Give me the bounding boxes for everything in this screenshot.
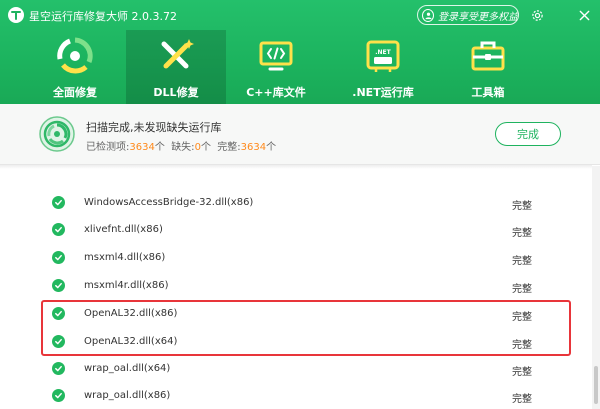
file-name: wrap_oal.dll(x64) bbox=[84, 363, 171, 374]
check-circle-icon bbox=[52, 196, 65, 209]
scan-complete-icon bbox=[39, 116, 75, 152]
list-item: OpenAL32.dll(x86) 完整 bbox=[0, 300, 592, 328]
dll-repair-icon bbox=[156, 36, 196, 76]
login-label: 登录享受更多权益 bbox=[438, 11, 518, 23]
dll-list: WindowsAccessBridge-32.dll(x86) 完整 xlive… bbox=[0, 166, 600, 409]
checked-label: 已检测项: bbox=[86, 142, 130, 153]
list-item: WindowsAccessBridge-32.dll(x86) 完整 bbox=[0, 189, 592, 217]
close-icon[interactable] bbox=[576, 7, 592, 23]
file-status: 完整 bbox=[512, 201, 532, 212]
check-circle-icon bbox=[52, 362, 65, 375]
check-circle-icon bbox=[52, 389, 65, 402]
complete-count: 3634 bbox=[240, 142, 267, 153]
check-circle-icon bbox=[52, 223, 65, 236]
list-item: xlivefnt.dll(x86) 完整 bbox=[0, 216, 592, 244]
file-name: OpenAL32.dll(x64) bbox=[84, 336, 178, 347]
tab-label: .NET运行库 bbox=[352, 86, 414, 99]
tab-full-repair[interactable]: 全面修复 bbox=[25, 30, 125, 104]
list-item: OpenAL32.dll(x64) 完整 bbox=[0, 328, 592, 356]
scrollbar-thumb[interactable] bbox=[594, 366, 598, 404]
complete-label: 完整: bbox=[217, 142, 241, 153]
app-logo-icon bbox=[8, 7, 24, 23]
svg-text:.NET: .NET bbox=[375, 49, 391, 56]
file-status: 完整 bbox=[512, 367, 532, 378]
file-name: OpenAL32.dll(x86) bbox=[84, 308, 178, 319]
app-header: 星空运行库修复大师 2.0.3.72 登录享受更多权益 全面修复 DLL修复 C… bbox=[0, 0, 600, 104]
file-status: 完整 bbox=[512, 394, 532, 405]
list-item: wrap_oal.dll(x86) 完整 bbox=[0, 382, 592, 409]
toolbox-icon bbox=[468, 36, 508, 76]
check-circle-icon bbox=[52, 251, 65, 264]
file-name: wrap_oal.dll(x86) bbox=[84, 390, 171, 401]
missing-label: 缺失: bbox=[171, 142, 195, 153]
unit-label: 个 bbox=[266, 142, 277, 153]
tab-label: C++库文件 bbox=[246, 86, 306, 99]
login-button[interactable]: 登录享受更多权益 bbox=[417, 5, 519, 25]
file-name: WindowsAccessBridge-32.dll(x86) bbox=[84, 197, 254, 208]
file-status: 完整 bbox=[512, 340, 532, 351]
cpp-library-icon bbox=[256, 36, 296, 76]
done-button[interactable]: 完成 bbox=[495, 122, 561, 146]
status-title: 扫描完成,未发现缺失运行库 bbox=[86, 121, 222, 134]
file-status: 完整 bbox=[512, 284, 532, 295]
tab-dotnet-runtime[interactable]: .NET .NET运行库 bbox=[333, 30, 433, 104]
tab-label: 全面修复 bbox=[53, 86, 97, 99]
list-item: wrap_oal.dll(x64) 完整 bbox=[0, 355, 592, 383]
full-repair-icon bbox=[55, 36, 95, 76]
main-nav: 全面修复 DLL修复 C++库文件 .NET .NET运行库 工具箱 bbox=[0, 30, 600, 104]
file-status: 完整 bbox=[512, 256, 532, 267]
user-avatar-icon bbox=[422, 8, 434, 22]
title-bar: 星空运行库修复大师 2.0.3.72 登录享受更多权益 bbox=[0, 0, 600, 30]
check-circle-icon bbox=[52, 307, 65, 320]
check-circle-icon bbox=[52, 335, 65, 348]
check-circle-icon bbox=[52, 279, 65, 292]
unit-label: 个 bbox=[200, 142, 211, 153]
dotnet-runtime-icon: .NET bbox=[363, 36, 403, 76]
tab-label: 工具箱 bbox=[471, 86, 505, 99]
tab-label: DLL修复 bbox=[153, 86, 199, 99]
app-title: 星空运行库修复大师 2.0.3.72 bbox=[29, 10, 177, 23]
checked-count: 3634 bbox=[129, 142, 155, 153]
tab-toolbox[interactable]: 工具箱 bbox=[438, 30, 538, 104]
list-item: msxml4r.dll(x86) 完整 bbox=[0, 272, 592, 300]
list-item: msxml4.dll(x86) 完整 bbox=[0, 244, 592, 272]
file-name: xlivefnt.dll(x86) bbox=[84, 224, 163, 235]
unit-label: 个 bbox=[154, 142, 165, 153]
tab-cpp-library[interactable]: C++库文件 bbox=[226, 30, 326, 104]
tab-dll-repair[interactable]: DLL修复 bbox=[126, 30, 226, 104]
file-status: 完整 bbox=[512, 312, 532, 323]
list-top-shadow bbox=[0, 165, 592, 169]
status-stats: 已检测项:3634个 缺失:0个 完整:3634个 bbox=[86, 138, 276, 153]
file-name: msxml4r.dll(x86) bbox=[84, 280, 169, 291]
file-name: msxml4.dll(x86) bbox=[84, 252, 166, 263]
gear-icon[interactable] bbox=[529, 7, 545, 23]
file-status: 完整 bbox=[512, 228, 532, 239]
